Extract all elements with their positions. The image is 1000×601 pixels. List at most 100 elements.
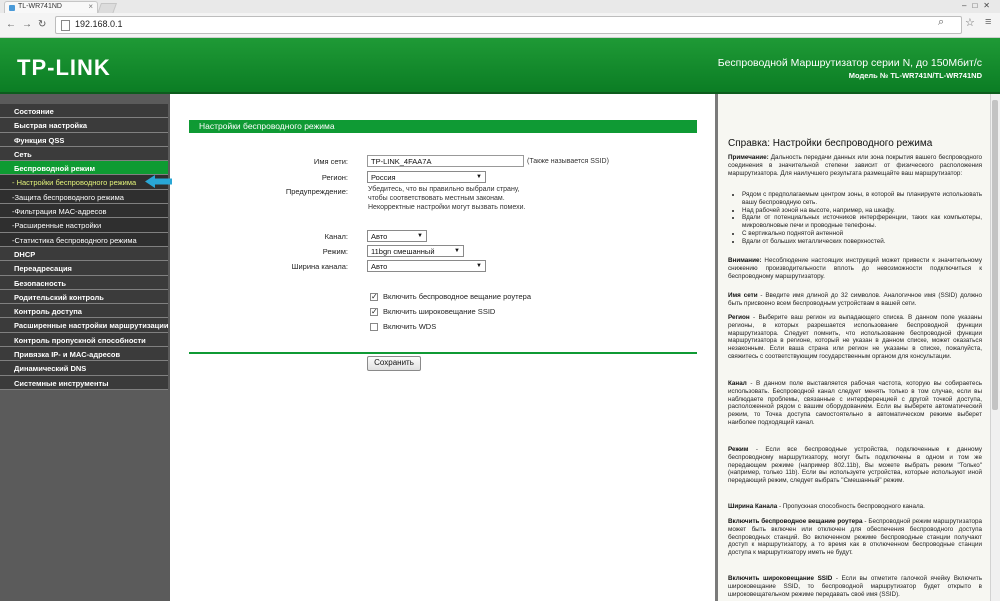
search-icon[interactable]: ⌕ [938,16,944,29]
help-region-head: Регион [728,314,750,321]
sidebar-item-ip-mac-binding[interactable]: Привязка IP- и MAC-адресов [0,347,168,362]
window-controls[interactable]: –□✕ [962,1,996,10]
region-value: Россия [371,173,396,182]
reload-icon[interactable]: ↻ [38,19,46,30]
help-bullet: Вдали от потенциальных источников интерф… [742,214,982,230]
help-channel-text: - В данном поле выставляется рабочая час… [728,380,982,426]
help-ssid: Имя сети - Введите имя длиной до 32 симв… [728,292,982,308]
sidebar: Состояние Быстрая настройка Функция QSS … [0,94,170,601]
help-attention-text: Несоблюдение настоящих инструкций может … [728,257,982,280]
help-bullet: Вдали от больших металлических поверхнос… [742,238,982,246]
tp-link-logo: TP-LINK [17,55,111,80]
help-ssid-head: Имя сети [728,292,758,299]
sidebar-item-system-tools[interactable]: Системные инструменты [0,375,168,390]
sidebar-item-mac-filtering[interactable]: -Фильтрация MAC-адресов [0,204,168,219]
help-broadcast-head: Включить беспроводное вещание роутера [728,518,863,525]
warning-label: Предупреждение: [285,187,348,196]
header-model: Модель № TL-WR741N/TL-WR741ND [848,71,982,80]
sidebar-item-network[interactable]: Сеть [0,146,168,162]
help-region: Регион - Выберите ваш регион из выпадающ… [728,314,982,361]
sidebar-item-bandwidth-control[interactable]: Контроль пропускной способности [0,332,168,348]
star-icon[interactable]: ☆ [965,16,975,29]
help-width-text: - Пропускная способность беспроводного к… [778,503,925,510]
url-text: 192.168.0.1 [75,19,123,29]
channel-select[interactable]: Авто ▼ [367,230,427,242]
help-bullet: Над рабочей зоной на высоте, например, н… [742,207,982,215]
help-channel: Канал - В данном поле выставляется рабоч… [728,380,982,427]
channel-label: Канал: [324,232,348,241]
sidebar-item-forwarding[interactable]: Переадресация [0,261,168,276]
sidebar-item-quick-setup[interactable]: Быстрая настройка [0,118,168,133]
sidebar-item-qss[interactable]: Функция QSS [0,132,168,147]
channel-width-select[interactable]: Авто ▼ [367,260,486,272]
mode-label: Режим: [322,247,348,256]
back-icon[interactable]: ← [6,19,16,30]
enable-wds-label: Включить WDS [383,322,437,331]
address-bar[interactable]: 192.168.0.1 [55,16,962,34]
enable-ssid-broadcast-checkbox[interactable]: ✓ [370,308,378,316]
region-select[interactable]: Россия ▼ [367,171,486,183]
header-title: Беспроводной Маршрутизатор серии N, до 1… [717,57,982,69]
sidebar-item-ddns[interactable]: Динамический DNS [0,361,168,376]
help-scrollbar-thumb[interactable] [992,100,998,410]
channel-value: Авто [371,232,388,241]
menu-icon[interactable]: ≡ [985,16,991,28]
channel-width-value: Авто [371,262,388,271]
sidebar-item-parental-control[interactable]: Родительский контроль [0,289,168,305]
close-tab-icon[interactable]: × [88,2,93,11]
help-mode-head: Режим [728,446,749,453]
sidebar-item-wireless-settings[interactable]: - Настройки беспроводного режима [0,175,168,190]
sidebar-item-wireless-statistics[interactable]: -Статистика беспроводного режима [0,232,168,247]
help-channel-head: Канал [728,380,747,387]
ssid-hint: (Также называется SSID) [527,158,609,165]
enable-radio-checkbox[interactable]: ✓ [370,293,378,301]
help-width-head: Ширина Канала [728,503,778,510]
help-bullet: С вертикально поднятой антенной [742,230,982,238]
help-attention: Внимание: Несоблюдение настоящих инструк… [728,257,982,280]
forward-icon[interactable]: → [22,19,32,30]
save-button[interactable]: Сохранить [367,356,421,371]
sidebar-item-security[interactable]: Безопасность [0,275,168,290]
enable-ssid-broadcast-label: Включить широковещание SSID [383,307,496,316]
sidebar-menu: Состояние Быстрая настройка Функция QSS … [0,104,168,390]
warning-line: Некорректные настройки могут вызвать пом… [368,204,526,211]
warning-text: Убедитесь, что вы правильно выбрали стра… [368,185,525,212]
ssid-input[interactable]: TP-LINK_4FAA7A [367,155,524,167]
sidebar-item-access-control[interactable]: Контроль доступа [0,304,168,319]
help-ssid-broadcast-head: Включить широковещание SSID [728,575,833,582]
help-note: Примечание: Дальность передачи данных ил… [728,154,982,177]
help-note-head: Примечание: [728,154,769,161]
page-icon [61,20,70,31]
help-mode-text: - Если все беспроводные устройства, подк… [728,446,982,485]
favicon-icon [9,5,15,11]
warning-line: Убедитесь, что вы правильно выбрали стра… [368,186,520,193]
chevron-down-icon: ▼ [476,174,482,180]
help-mode: Режим - Если все беспроводные устройства… [728,446,982,485]
sidebar-item-wireless[interactable]: Беспроводной режим [0,161,168,176]
help-attention-head: Внимание: [728,257,762,264]
chevron-down-icon: ▼ [454,248,460,254]
chevron-down-icon: ▼ [417,233,423,239]
help-bullets: Рядом с предполагаемым центром зоны, в к… [728,191,982,246]
ssid-label: Имя сети: [313,157,348,166]
sidebar-item-status[interactable]: Состояние [0,104,168,119]
sidebar-item-wireless-security[interactable]: -Защита беспроводного режима [0,189,168,205]
help-broadcast: Включить беспроводное вещание роутера - … [728,518,982,557]
section-divider [189,352,697,354]
help-width: Ширина Канала - Пропускная способность б… [728,503,982,511]
mode-value: 11bgn смешанный [371,247,435,256]
enable-wds-checkbox[interactable] [370,323,378,331]
sidebar-item-advanced-routing[interactable]: Расширенные настройки маршрутизации [0,318,168,333]
chevron-down-icon: ▼ [476,263,482,269]
router-header: TP-LINK Беспроводной Маршрутизатор серии… [0,38,1000,92]
browser-tab-strip [0,0,1000,13]
sidebar-item-dhcp[interactable]: DHCP [0,246,168,262]
channel-width-label: Ширина канала: [291,262,348,271]
help-ssid-broadcast: Включить широковещание SSID - Если вы от… [728,575,982,598]
tab-title: TL-WR741ND [18,3,62,10]
sidebar-item-wireless-advanced[interactable]: -Расширенные настройки [0,218,168,233]
help-title: Справка: Настройки беспроводного режима [728,138,933,149]
mode-select[interactable]: 11bgn смешанный ▼ [367,245,464,257]
section-title: Настройки беспроводного режима [189,120,697,133]
help-ssid-text: - Введите имя длиной до 32 символов. Ана… [728,292,983,307]
